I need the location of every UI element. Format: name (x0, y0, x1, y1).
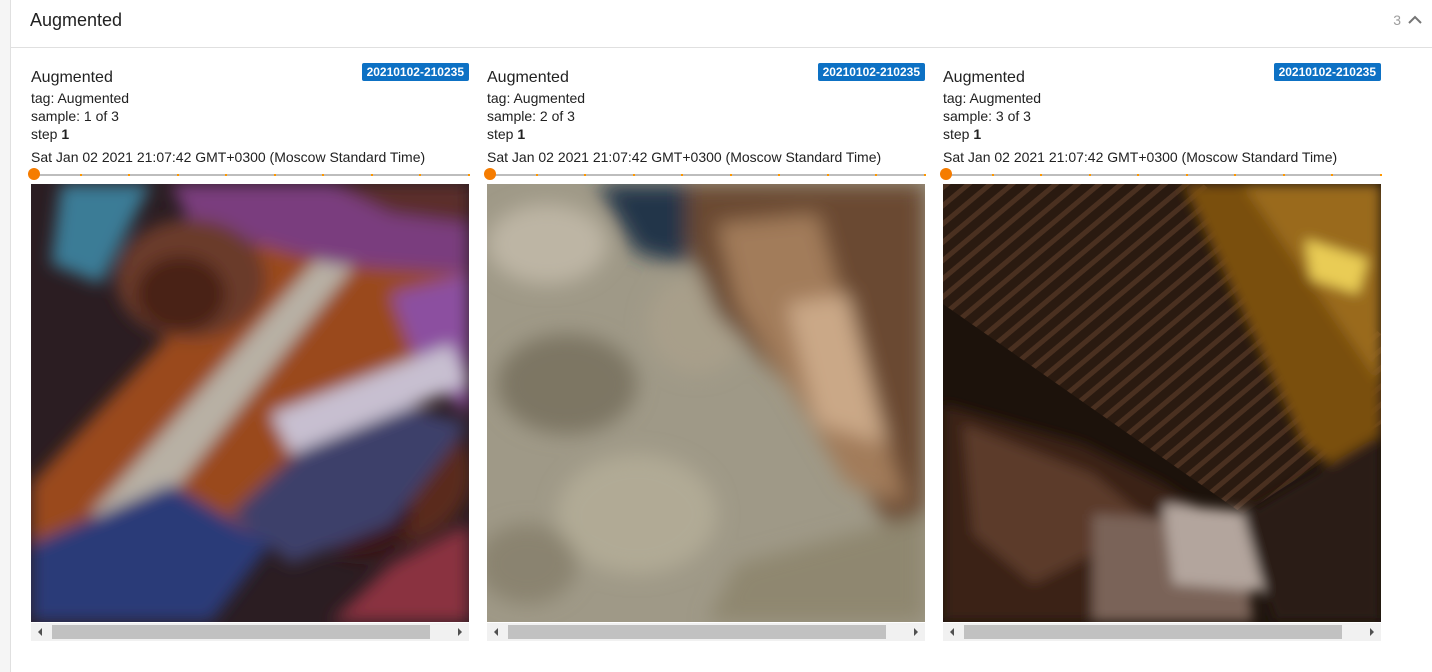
timestamp: Sat Jan 02 2021 21:07:42 GMT+0300 (Mosco… (31, 149, 426, 165)
sample-image (943, 184, 1381, 622)
horizontal-scrollbar[interactable] (487, 623, 925, 641)
slider-tick (176, 174, 179, 176)
slider-tick (1185, 174, 1188, 176)
step-slider[interactable] (940, 168, 1382, 182)
slider-tick (778, 174, 780, 176)
scroll-left-icon[interactable] (35, 627, 45, 637)
slider-tick (632, 174, 635, 176)
scroll-left-icon[interactable] (947, 627, 957, 637)
scroll-right-icon[interactable] (911, 627, 921, 637)
slider-tick (1088, 174, 1091, 176)
scroll-left-icon[interactable] (491, 627, 501, 637)
step-line: step 1 (487, 126, 526, 142)
slider-tick (681, 174, 683, 176)
timestamp: Sat Jan 02 2021 21:07:42 GMT+0300 (Mosco… (487, 149, 882, 165)
slider-tick (419, 174, 421, 176)
sample-line: sample: 1 of 3 (31, 108, 119, 124)
image-card-1: Augmented 20210102-210235 tag: Augmented… (28, 63, 470, 653)
sample-image (487, 184, 925, 622)
tag-line: tag: Augmented (943, 90, 1042, 106)
chevron-up-icon[interactable] (1407, 12, 1423, 28)
sample-line: sample: 3 of 3 (943, 108, 1031, 124)
sample-value: 2 of 3 (539, 108, 575, 124)
step-line: step 1 (943, 126, 982, 142)
slider-tick (1137, 174, 1139, 176)
slider-tick (1040, 174, 1042, 176)
tag-line: tag: Augmented (487, 90, 586, 106)
scrollbar-thumb[interactable] (964, 625, 1342, 639)
card-title: Augmented (31, 69, 113, 86)
images-pane: Augmented 3 Augmented 20210102-210235 ta… (10, 0, 1432, 672)
sample-line: sample: 2 of 3 (487, 108, 575, 124)
slider-tick (1234, 174, 1236, 176)
run-badge: 20210102-210235 (1273, 63, 1381, 81)
pane-title: Augmented (30, 10, 123, 30)
step-line: step 1 (31, 126, 70, 142)
slider-track (31, 174, 469, 176)
image-count: 3 (1393, 12, 1401, 28)
slider-tick (370, 174, 373, 176)
image-card-3: Augmented 20210102-210235 tag: Augmented… (940, 63, 1382, 653)
run-badge: 20210102-210235 (361, 63, 469, 81)
run-badge: 20210102-210235 (817, 63, 925, 81)
slider-thumb[interactable] (484, 168, 496, 180)
sample-value: 3 of 3 (995, 108, 1031, 124)
image-card-2: Augmented 20210102-210235 tag: Augmented… (484, 63, 926, 653)
slider-tick (225, 174, 227, 176)
slider-tick (729, 174, 732, 176)
slider-tick (467, 174, 470, 176)
horizontal-scrollbar[interactable] (943, 623, 1381, 641)
card-title: Augmented (943, 69, 1025, 86)
tag-value: Augmented (57, 90, 130, 106)
slider-track (943, 174, 1381, 176)
slider-tick (826, 174, 829, 176)
step-value: 1 (61, 126, 70, 142)
step-value: 1 (973, 126, 982, 142)
slider-tick (923, 174, 926, 176)
slider-track (487, 174, 925, 176)
slider-tick (1282, 174, 1285, 176)
slider-tick (991, 174, 994, 176)
sample-image (31, 184, 469, 622)
tag-line: tag: Augmented (31, 90, 130, 106)
scrollbar-thumb[interactable] (508, 625, 886, 639)
sample-value: 1 of 3 (83, 108, 119, 124)
pane-header[interactable]: Augmented 3 (11, 0, 1432, 48)
scrollbar-thumb[interactable] (52, 625, 430, 639)
slider-tick (79, 174, 82, 176)
slider-tick (1379, 174, 1382, 176)
slider-tick (128, 174, 130, 176)
scroll-right-icon[interactable] (455, 627, 465, 637)
scroll-right-icon[interactable] (1367, 627, 1377, 637)
tag-value: Augmented (513, 90, 586, 106)
step-slider[interactable] (484, 168, 926, 182)
tag-value: Augmented (969, 90, 1042, 106)
slider-tick (1331, 174, 1333, 176)
card-title: Augmented (487, 69, 569, 86)
slider-tick (584, 174, 586, 176)
slider-tick (535, 174, 538, 176)
timestamp: Sat Jan 02 2021 21:07:42 GMT+0300 (Mosco… (943, 149, 1338, 165)
slider-tick (273, 174, 276, 176)
step-value: 1 (517, 126, 526, 142)
slider-thumb[interactable] (940, 168, 952, 180)
horizontal-scrollbar[interactable] (31, 623, 469, 641)
slider-thumb[interactable] (28, 168, 40, 180)
step-slider[interactable] (28, 168, 470, 182)
slider-tick (322, 174, 324, 176)
slider-tick (875, 174, 877, 176)
